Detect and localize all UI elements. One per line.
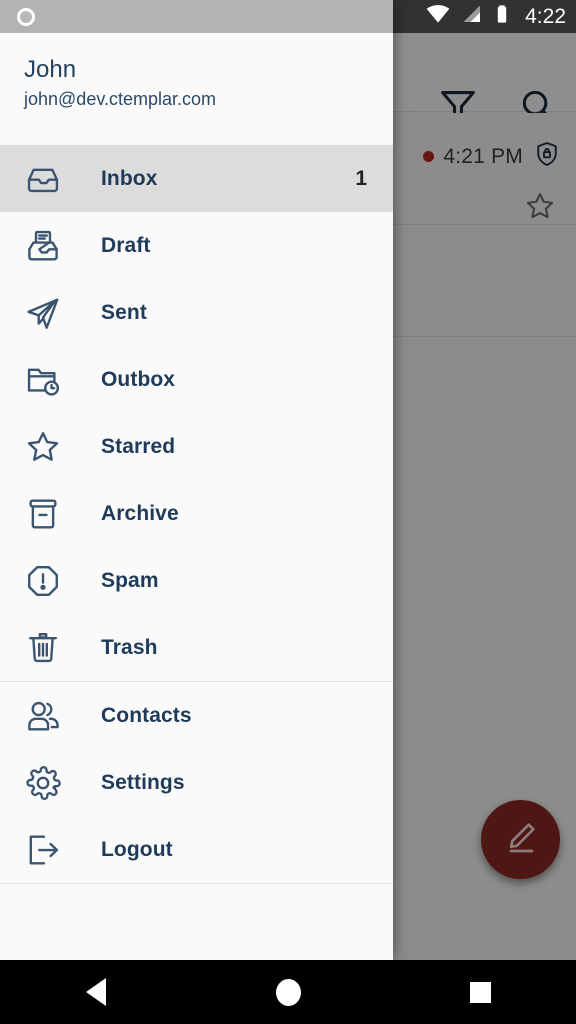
navbar-recents-button[interactable]	[448, 960, 512, 1024]
sidebar-item-label: Outbox	[101, 367, 176, 391]
navigation-drawer: John john@dev.ctemplar.com Inbox 1 Draft…	[0, 0, 393, 960]
folder-list: Inbox 1 Draft Sent Outbox Starred Archiv…	[0, 145, 393, 681]
sidebar-item-logout[interactable]: Logout	[0, 816, 393, 883]
drawer-footer	[0, 884, 393, 917]
sidebar-item-label: Logout	[101, 837, 173, 861]
spam-octagon-icon	[24, 562, 70, 600]
android-navigation-bar	[0, 960, 576, 1024]
actions-list: Contacts Settings Logout	[0, 682, 393, 883]
sidebar-item-inbox[interactable]: Inbox 1	[0, 145, 393, 212]
status-bar-clock: 4:22	[525, 4, 566, 28]
cellular-signal-icon	[459, 2, 483, 31]
inbox-unread-badge: 1	[355, 166, 367, 190]
sidebar-item-trash[interactable]: Trash	[0, 614, 393, 681]
sidebar-item-label: Spam	[101, 568, 159, 592]
contacts-people-icon	[24, 697, 70, 735]
inbox-tray-icon	[24, 160, 70, 198]
sidebar-item-spam[interactable]: Spam	[0, 547, 393, 614]
notification-dot-icon	[17, 8, 35, 26]
battery-icon	[491, 3, 513, 30]
sidebar-item-label: Settings	[101, 770, 185, 794]
drawer-status-bar	[0, 0, 393, 33]
sidebar-item-starred[interactable]: Starred	[0, 413, 393, 480]
recents-square-icon	[469, 981, 491, 1003]
paper-plane-icon	[24, 294, 70, 332]
sidebar-item-label: Sent	[101, 300, 147, 324]
back-triangle-icon	[86, 978, 106, 1006]
sidebar-item-label: Inbox	[101, 166, 158, 190]
navbar-back-button[interactable]	[64, 960, 128, 1024]
sidebar-item-sent[interactable]: Sent	[0, 279, 393, 346]
wifi-icon	[425, 1, 451, 32]
sidebar-item-outbox[interactable]: Outbox	[0, 346, 393, 413]
account-email: john@dev.ctemplar.com	[24, 89, 217, 109]
gear-icon	[24, 764, 70, 802]
sidebar-item-label: Contacts	[101, 703, 192, 727]
account-header[interactable]: John john@dev.ctemplar.com	[0, 33, 393, 145]
status-bar-indicators: 4:22	[425, 0, 566, 33]
navbar-home-button[interactable]	[256, 960, 320, 1024]
star-outline-icon	[24, 428, 70, 466]
folder-clock-icon	[24, 361, 70, 399]
draft-tray-icon	[24, 227, 70, 265]
archive-box-icon	[24, 495, 70, 533]
sidebar-item-draft[interactable]: Draft	[0, 212, 393, 279]
sidebar-item-label: Draft	[101, 233, 151, 257]
home-circle-icon	[275, 978, 301, 1006]
sidebar-item-label: Archive	[101, 501, 179, 525]
account-name: John	[24, 56, 77, 83]
sidebar-item-label: Trash	[101, 635, 158, 659]
logout-arrow-icon	[24, 831, 70, 869]
sidebar-item-settings[interactable]: Settings	[0, 749, 393, 816]
sidebar-item-archive[interactable]: Archive	[0, 480, 393, 547]
sidebar-item-contacts[interactable]: Contacts	[0, 682, 393, 749]
sidebar-item-label: Starred	[101, 434, 176, 458]
trash-can-icon	[24, 629, 70, 667]
